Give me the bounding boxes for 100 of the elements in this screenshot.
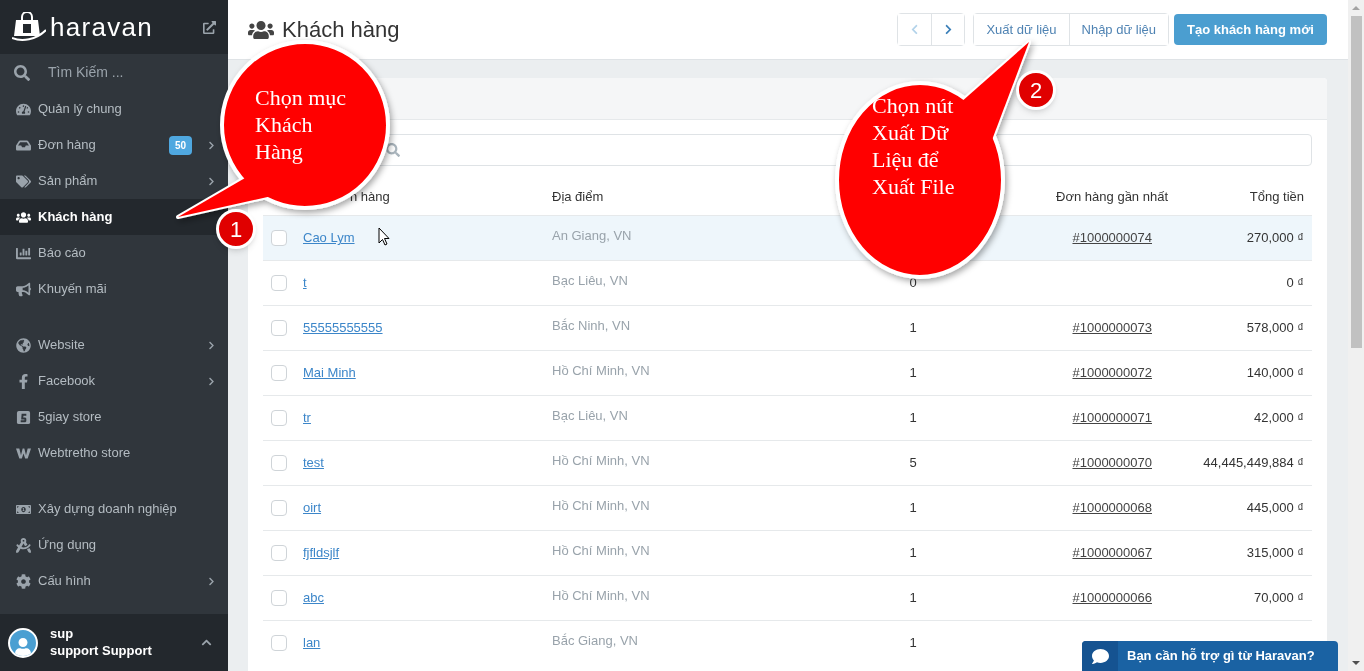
sidebar-item[interactable]: 5giay store: [0, 399, 228, 435]
chat-icon: [1091, 647, 1109, 665]
customer-link[interactable]: oirt: [303, 500, 322, 516]
order-link[interactable]: #1000000068: [1072, 500, 1152, 516]
order-link[interactable]: #1000000071: [1072, 410, 1152, 426]
location-text: Hồ Chí Minh, VN: [552, 543, 650, 558]
customer-link[interactable]: t: [303, 275, 307, 291]
sidebar-item[interactable]: Xây dựng doanh nghiệp: [0, 491, 228, 527]
customer-link[interactable]: test: [303, 455, 324, 471]
compass-icon: [16, 537, 31, 553]
chat-button[interactable]: Bạn cần hỗ trợ gì từ Haravan?: [1082, 641, 1338, 671]
location-text: Bạc Liêu, VN: [552, 408, 628, 423]
sidebar-label: Sản phẩm: [38, 172, 99, 191]
sidebar-label: Quản lý chung: [38, 100, 123, 119]
location-text: Bạc Liêu, VN: [552, 273, 628, 288]
sidebar-label: Ứng dụng: [38, 536, 98, 555]
total-amount: 44,445,449,884 ₫: [1203, 455, 1304, 471]
sidebar-item[interactable]: Quản lý chung: [0, 91, 228, 127]
sidebar-label: Khuyến mãi: [38, 280, 108, 299]
location-text: Hồ Chí Minh, VN: [552, 588, 650, 603]
customer-link[interactable]: 55555555555: [303, 320, 383, 336]
sidebar-label: Khách hàng: [38, 208, 114, 227]
sidebar-item[interactable]: Facebook: [0, 363, 228, 399]
total-amount: 42,000 ₫: [1253, 410, 1304, 426]
order-link[interactable]: #1000000072: [1072, 365, 1152, 381]
search-icon: [386, 143, 400, 157]
brand-name: haravan: [50, 14, 154, 40]
location-text: Hồ Chí Minh, VN: [552, 363, 650, 378]
total-amount: 0 ₫: [1286, 275, 1304, 291]
sidebar-item[interactable]: Webtretho store: [0, 435, 228, 471]
tags-icon: [16, 173, 31, 189]
store-icon: [16, 409, 31, 425]
sidebar-label: Cấu hình: [38, 572, 92, 591]
order-link[interactable]: #1000000074: [1072, 230, 1152, 246]
customer-link[interactable]: abc: [303, 590, 324, 606]
customer-link[interactable]: Mai Minh: [303, 365, 356, 381]
action-button[interactable]: Nhập dữ liệu: [1068, 14, 1168, 45]
row-checkbox[interactable]: [271, 275, 287, 291]
user-panel[interactable]: sup support Support: [0, 614, 228, 671]
count-badge: 50: [168, 135, 192, 155]
sidebar-label: Báo cáo: [38, 244, 87, 263]
search-field[interactable]: Tìm Kiếm ...: [48, 62, 198, 83]
mouse-cursor-icon: [378, 227, 390, 246]
sidebar-label: 5giay store: [38, 408, 103, 427]
row-checkbox[interactable]: [271, 320, 287, 336]
sidebar-label: Đơn hàng: [38, 136, 97, 155]
order-link[interactable]: #1000000067: [1072, 545, 1152, 561]
order-count: 1: [909, 590, 917, 606]
location-text: Bắc Ninh, VN: [552, 318, 631, 333]
sidebar-label: Webtretho store: [38, 444, 132, 463]
sidebar-item[interactable]: Website: [0, 327, 228, 363]
order-count: 1: [909, 410, 917, 426]
external-link-icon[interactable]: [203, 20, 216, 34]
column-header: Địa điểm: [552, 189, 604, 205]
sidebar-item[interactable]: Ứng dụng: [0, 527, 228, 563]
total-amount: 445,000 ₫: [1246, 500, 1304, 516]
order-count: 1: [909, 545, 917, 561]
shopping-bag-logo-icon: [12, 12, 46, 42]
location-text: Hồ Chí Minh, VN: [552, 453, 650, 468]
users-icon: [16, 209, 31, 225]
chevron-right-icon: [207, 176, 216, 186]
row-checkbox[interactable]: [271, 230, 287, 246]
column-header: Đơn hàng gần nhất: [1056, 189, 1168, 205]
order-count: 1: [909, 320, 917, 336]
location-text: An Giang, VN: [552, 228, 632, 243]
total-amount: 578,000 ₫: [1246, 320, 1304, 336]
order-link[interactable]: #1000000066: [1072, 590, 1152, 606]
customer-link[interactable]: tr: [303, 410, 311, 426]
row-checkbox[interactable]: [271, 545, 287, 561]
column-header: Tổng tiền: [1249, 189, 1304, 205]
sidebar-label: Facebook: [38, 372, 97, 391]
customer-link[interactable]: Cao Lym: [303, 230, 355, 246]
order-count: 1: [909, 500, 917, 516]
avatar: [8, 627, 38, 658]
row-checkbox[interactable]: [271, 455, 287, 471]
total-amount: 140,000 ₫: [1246, 365, 1304, 381]
row-checkbox[interactable]: [271, 635, 287, 651]
row-checkbox[interactable]: [271, 590, 287, 606]
page-title: Khách hàng: [282, 16, 401, 44]
sidebar-item[interactable]: Đơn hàng 50: [0, 127, 228, 163]
row-checkbox[interactable]: [271, 500, 287, 516]
dashboard-icon: [16, 101, 31, 117]
settings-icon: [16, 573, 31, 589]
row-checkbox[interactable]: [271, 410, 287, 426]
row-checkbox[interactable]: [271, 365, 287, 381]
callout-text: Chọn mục Khách Hàng: [255, 84, 348, 165]
sidebar-item[interactable]: Cấu hình: [0, 563, 228, 599]
customer-link[interactable]: lan: [303, 635, 321, 651]
sidebar-item[interactable]: Khuyến mãi: [0, 271, 228, 307]
customer-link[interactable]: fjfldsjlf: [303, 545, 340, 561]
bar-chart-icon: [16, 245, 31, 261]
next-button[interactable]: [931, 14, 965, 45]
order-link[interactable]: #1000000070: [1072, 455, 1152, 471]
sidebar-label: Website: [38, 336, 86, 355]
scrollbar[interactable]: [1348, 0, 1364, 671]
sidebar-item[interactable]: Sản phẩm: [0, 163, 228, 199]
chevron-right-icon: [207, 140, 216, 150]
search-icon: [14, 64, 30, 81]
total-amount: 315,000 ₫: [1246, 545, 1304, 561]
order-link[interactable]: #1000000073: [1072, 320, 1152, 336]
